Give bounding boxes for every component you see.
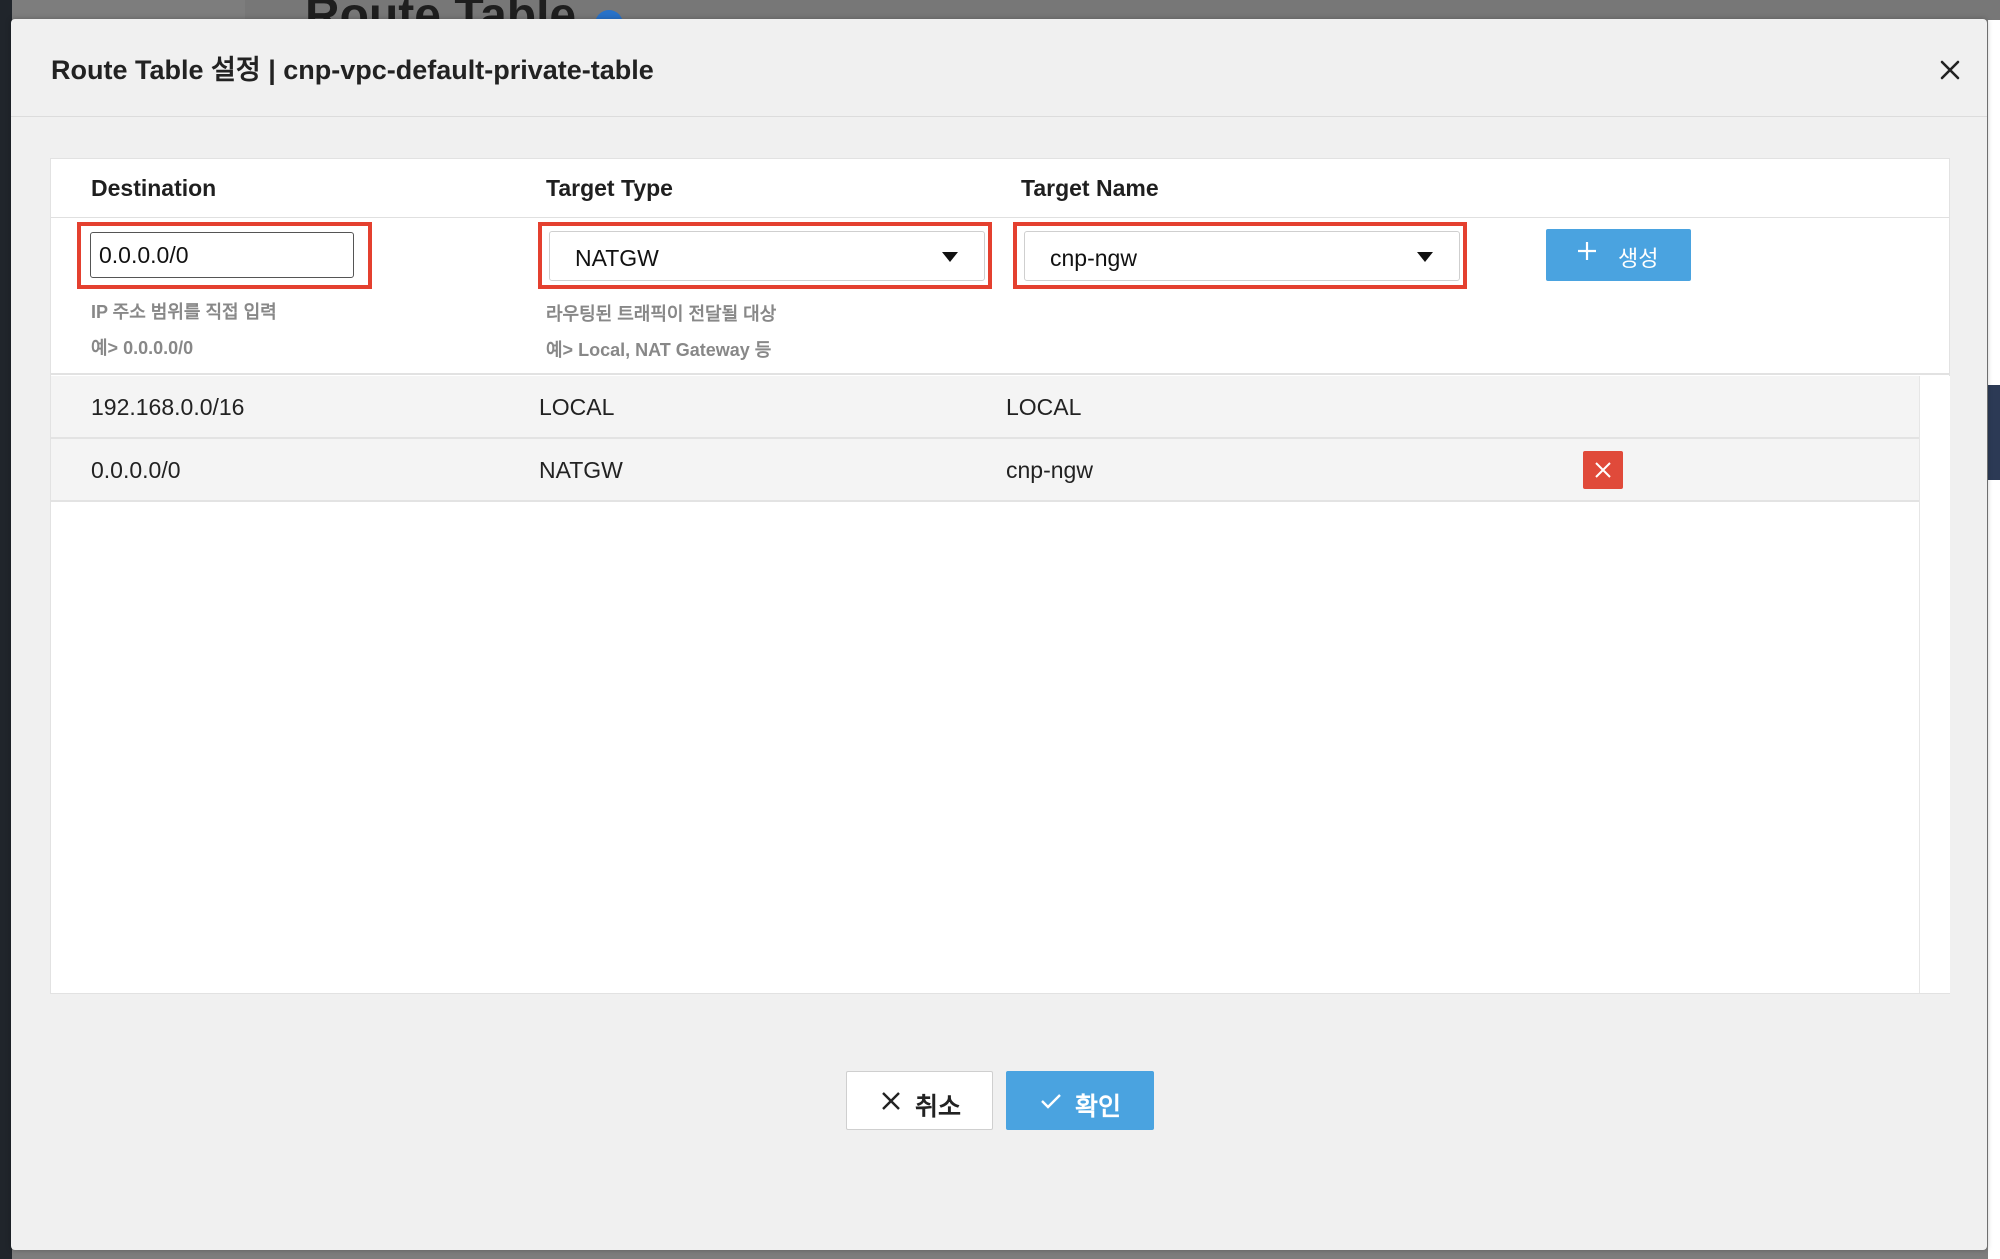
target-name-value: cnp-ngw bbox=[1050, 245, 1137, 271]
column-header-target-name: Target Name bbox=[1021, 175, 1159, 201]
row-target-type: NATGW bbox=[539, 457, 623, 483]
target-name-select[interactable]: cnp-ngw bbox=[1024, 231, 1460, 281]
row-target-name: LOCAL bbox=[1006, 394, 1082, 420]
confirm-button-label: 확인 bbox=[1075, 1093, 1122, 1121]
chevron-down-icon bbox=[942, 252, 958, 262]
destination-hint: IP 주소 범위를 직접 입력 bbox=[91, 302, 277, 322]
close-icon[interactable] bbox=[1935, 55, 1965, 85]
destination-example: 예> 0.0.0.0/0 bbox=[91, 338, 194, 358]
target-type-value: NATGW bbox=[575, 245, 659, 271]
target-type-hint: 라우팅된 트래픽이 전달될 대상 bbox=[546, 304, 777, 324]
destination-highlight bbox=[77, 222, 372, 289]
table-row: 192.168.0.0/16 LOCAL LOCAL bbox=[51, 376, 1919, 439]
delete-route-button[interactable] bbox=[1583, 451, 1623, 489]
cancel-button-label: 취소 bbox=[915, 1093, 962, 1121]
background-content bbox=[1988, 0, 2000, 1259]
route-list: 192.168.0.0/16 LOCAL LOCAL 0.0.0.0/0 NAT… bbox=[51, 376, 1919, 502]
create-button-label: 생성 bbox=[1618, 246, 1659, 271]
route-table-modal: Route Table 설정 | cnp-vpc-default-private… bbox=[11, 19, 1987, 1250]
target-type-example: 예> Local, NAT Gateway 등 bbox=[546, 340, 772, 360]
close-icon bbox=[1595, 462, 1611, 478]
target-name-highlight: cnp-ngw bbox=[1013, 222, 1467, 289]
target-type-highlight: NATGW bbox=[538, 222, 992, 289]
row-destination: 0.0.0.0/0 bbox=[91, 457, 181, 483]
chevron-down-icon bbox=[1417, 252, 1433, 262]
row-destination: 192.168.0.0/16 bbox=[91, 394, 245, 420]
modal-header: Route Table 설정 | cnp-vpc-default-private… bbox=[11, 19, 1987, 117]
row-target-type: LOCAL bbox=[539, 394, 615, 420]
plus-icon bbox=[1578, 242, 1596, 260]
background-nav-strip bbox=[1988, 385, 2000, 480]
column-header-destination: Destination bbox=[91, 175, 217, 201]
table-row: 0.0.0.0/0 NATGW cnp-ngw bbox=[51, 439, 1919, 502]
table-header: Destination Target Type Target Name bbox=[51, 159, 1949, 218]
row-target-name: cnp-ngw bbox=[1006, 457, 1093, 483]
cancel-button[interactable]: 취소 bbox=[846, 1071, 993, 1130]
confirm-button[interactable]: 확인 bbox=[1006, 1071, 1154, 1130]
destination-input[interactable] bbox=[90, 232, 354, 278]
modal-title: Route Table 설정 | cnp-vpc-default-private… bbox=[51, 55, 654, 85]
route-table-panel: Destination Target Type Target Name IP 주… bbox=[50, 158, 1950, 994]
check-icon bbox=[1041, 1094, 1061, 1109]
column-header-target-type: Target Type bbox=[546, 175, 673, 201]
close-icon bbox=[882, 1092, 900, 1110]
create-button[interactable]: 생성 bbox=[1546, 229, 1691, 281]
scrollbar[interactable] bbox=[1919, 376, 1950, 993]
target-type-select[interactable]: NATGW bbox=[549, 231, 985, 281]
route-input-row: IP 주소 범위를 직접 입력 예> 0.0.0.0/0 NATGW 라우팅된 … bbox=[51, 218, 1949, 375]
